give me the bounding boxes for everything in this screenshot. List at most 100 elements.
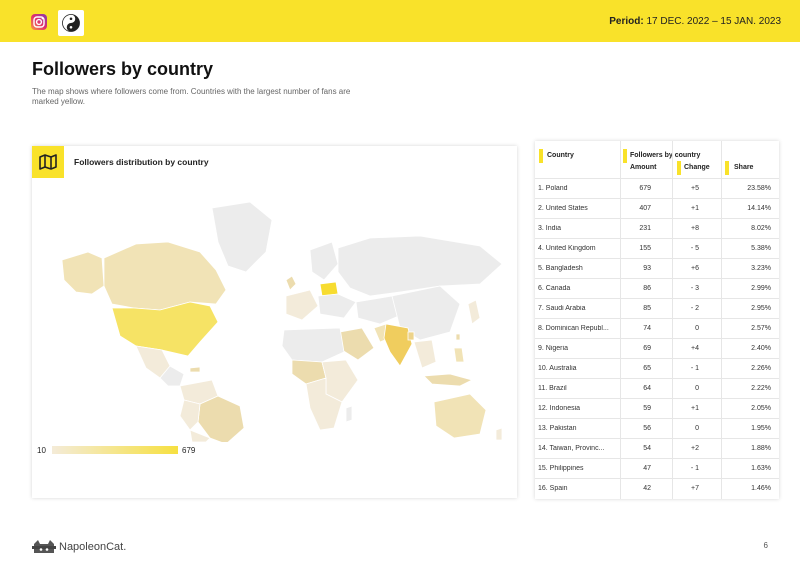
- cell-share: 1.88%: [751, 445, 771, 452]
- table-row: 15. Philippines 47 - 1 1.63%: [535, 458, 779, 479]
- table-row: 11. Brazil 64 0 2.22%: [535, 378, 779, 399]
- page-number: 6: [763, 541, 768, 550]
- footer-brand: NapoleonCat.: [59, 541, 127, 553]
- cell-change: +7: [691, 485, 699, 492]
- top-bar: Period: 17 DEC. 2022 – 15 JAN. 2023: [0, 0, 800, 42]
- cell-change: +6: [691, 265, 699, 272]
- cell-share: 5.38%: [751, 245, 771, 252]
- cell-change: - 1: [690, 465, 699, 472]
- table-row: 14. Taiwan, Provinc... 54 +2 1.88%: [535, 438, 779, 459]
- cell-country: 11. Brazil: [538, 385, 567, 392]
- map-country-united-kingdom: [285, 275, 297, 291]
- cell-country: 9. Nigeria: [538, 345, 568, 352]
- legend-gradient-bar: [52, 446, 178, 454]
- cell-amount: 407: [639, 205, 651, 212]
- map-country-eastern-europe: [317, 293, 357, 319]
- cell-country: 3. India: [538, 225, 561, 232]
- cell-change: 0: [695, 325, 699, 332]
- cell-share: 14.14%: [747, 205, 771, 212]
- map-country-bangladesh: [407, 331, 415, 341]
- cell-change: +2: [691, 445, 699, 452]
- map-icon: [39, 154, 57, 170]
- col-change-header: Change: [684, 164, 710, 171]
- col-country-header: Country: [547, 152, 574, 159]
- cell-share: 23.58%: [747, 185, 771, 192]
- page-description: The map shows where followers come from.…: [32, 87, 351, 106]
- map-country-madagascar: [345, 405, 353, 423]
- header-marker: [623, 149, 627, 163]
- map-country-indonesia: [423, 373, 474, 387]
- cell-amount: 679: [639, 185, 651, 192]
- cell-share: 2.99%: [751, 285, 771, 292]
- map-card: Followers distribution by country 10 679: [32, 146, 517, 498]
- table-row: 2. United States 407 +1 14.14%: [535, 198, 779, 219]
- table-row: 10. Australia 65 - 1 2.26%: [535, 358, 779, 379]
- cell-amount: 54: [643, 445, 651, 452]
- world-map: [61, 201, 503, 442]
- map-country-peru: [179, 399, 201, 431]
- period-value: 17 DEC. 2022 – 15 JAN. 2023: [646, 16, 781, 27]
- cell-share: 2.26%: [751, 365, 771, 372]
- cell-share: 1.63%: [751, 465, 771, 472]
- cell-amount: 155: [639, 245, 651, 252]
- cell-country: 13. Pakistan: [538, 425, 577, 432]
- yin-yang-logo-icon: [62, 14, 80, 32]
- table-row: 16. Spain 42 +7 1.46%: [535, 478, 779, 499]
- cell-amount: 56: [643, 425, 651, 432]
- cell-country: 2. United States: [538, 205, 588, 212]
- table-row: 8. Dominican Republ... 74 0 2.57%: [535, 318, 779, 339]
- header-marker: [677, 161, 681, 175]
- col-share-header: Share: [734, 164, 754, 171]
- cell-country: 4. United Kingdom: [538, 245, 596, 252]
- cell-country: 10. Australia: [538, 365, 577, 372]
- cell-amount: 59: [643, 405, 651, 412]
- instagram-icon: [31, 14, 47, 30]
- cell-share: 1.95%: [751, 425, 771, 432]
- map-country-saudi-arabia: [339, 327, 375, 361]
- cell-change: +1: [691, 205, 699, 212]
- table-row: 13. Pakistan 56 0 1.95%: [535, 418, 779, 439]
- cell-share: 8.02%: [751, 225, 771, 232]
- cell-amount: 47: [643, 465, 651, 472]
- cell-amount: 231: [639, 225, 651, 232]
- header-marker: [539, 149, 543, 163]
- map-country-philippines: [453, 347, 465, 363]
- map-country-new-zealand: [495, 427, 503, 441]
- period-text: Period: 17 DEC. 2022 – 15 JAN. 2023: [609, 16, 781, 27]
- cell-change: +8: [691, 225, 699, 232]
- map-country-brazil: [197, 395, 245, 442]
- cell-change: 0: [695, 385, 699, 392]
- cell-amount: 86: [643, 285, 651, 292]
- cell-share: 2.57%: [751, 325, 771, 332]
- account-logo: [58, 10, 84, 36]
- cell-country: 8. Dominican Republ...: [538, 325, 609, 332]
- cell-country: 15. Philippines: [538, 465, 584, 472]
- cell-country: 7. Saudi Arabia: [538, 305, 586, 312]
- map-country-dominican-republic: [189, 366, 201, 373]
- cell-change: +4: [691, 345, 699, 352]
- cell-amount: 64: [643, 385, 651, 392]
- map-country-japan: [467, 299, 481, 325]
- followers-table: Country Followers by country Amount Chan…: [535, 141, 779, 499]
- cell-share: 2.22%: [751, 385, 771, 392]
- table-row: 6. Canada 86 - 3 2.99%: [535, 278, 779, 299]
- legend-min-label: 10: [37, 446, 46, 455]
- cell-amount: 42: [643, 485, 651, 492]
- map-country-australia: [433, 393, 487, 439]
- cell-share: 3.23%: [751, 265, 771, 272]
- cell-change: 0: [695, 425, 699, 432]
- cell-country: 16. Spain: [538, 485, 568, 492]
- map-country-taiwan: [455, 333, 461, 341]
- cell-change: - 3: [690, 285, 699, 292]
- cell-amount: 74: [643, 325, 651, 332]
- cell-share: 2.95%: [751, 305, 771, 312]
- map-country-alaska: [61, 251, 105, 295]
- cell-change: - 5: [690, 245, 699, 252]
- map-country-canada: [103, 241, 227, 311]
- map-country-russia: [337, 235, 503, 297]
- map-title: Followers distribution by country: [74, 157, 209, 167]
- page-title: Followers by country: [32, 59, 214, 79]
- cell-change: - 1: [690, 365, 699, 372]
- table-row: 9. Nigeria 69 +4 2.40%: [535, 338, 779, 359]
- cell-amount: 69: [643, 345, 651, 352]
